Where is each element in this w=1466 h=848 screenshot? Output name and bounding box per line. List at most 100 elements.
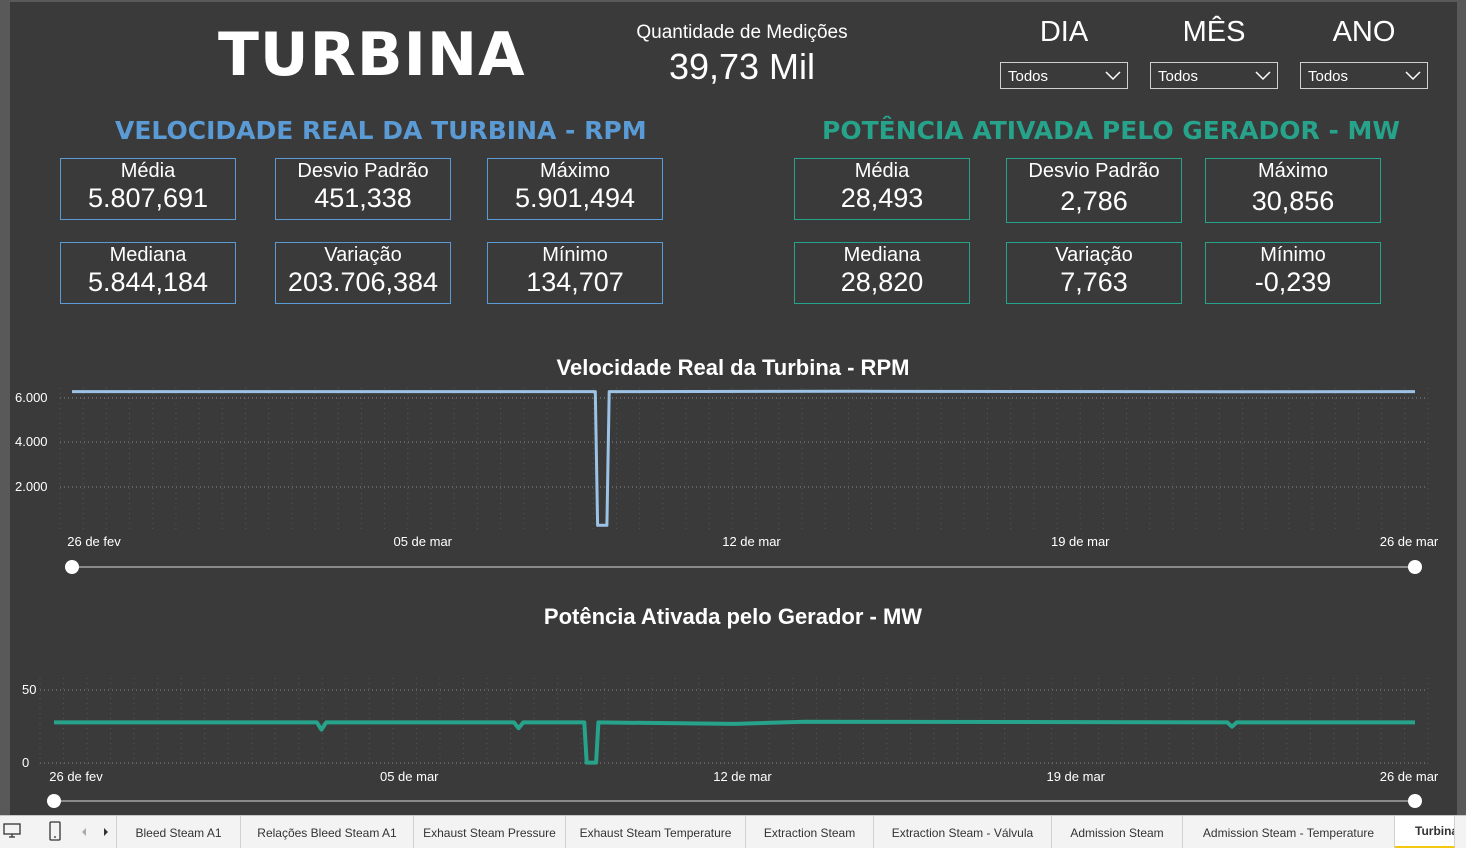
mw-card-minimo: Mínimo -0,239 bbox=[1205, 242, 1381, 304]
x-tick-label: 26 de mar bbox=[1380, 534, 1439, 549]
report-canvas: TURBINA Quantidade de Medições 39,73 Mil… bbox=[0, 0, 1466, 848]
card-label: Mínimo bbox=[1260, 244, 1326, 266]
card-label: Mínimo bbox=[542, 244, 608, 266]
mw-range-slider-end-handle[interactable] bbox=[1408, 794, 1422, 808]
x-tick-label: 12 de mar bbox=[722, 534, 781, 549]
rpm-card-minimo: Mínimo 134,707 bbox=[487, 242, 663, 304]
card-label: Máximo bbox=[1257, 160, 1328, 182]
mw-chart-title: Potência Ativada pelo Gerador - MW bbox=[543, 604, 923, 629]
card-value: 30,856 bbox=[1251, 186, 1335, 216]
mw-card-media: Média 28,493 bbox=[794, 158, 970, 220]
tab-scroll-left-icon[interactable] bbox=[80, 827, 88, 837]
card-value: 134,707 bbox=[526, 267, 624, 297]
card-label: Mediana bbox=[109, 244, 187, 266]
x-tick-label: 26 de fev bbox=[67, 534, 121, 549]
y-tick-label: 2.000 bbox=[15, 479, 48, 494]
card-value: 5.901,494 bbox=[514, 183, 636, 213]
tab-extraction-steam-valvula[interactable]: Extraction Steam - Válvula bbox=[874, 816, 1052, 848]
mw-card-variacao: Variação 7,763 bbox=[1006, 242, 1182, 304]
x-tick-label: 05 de mar bbox=[393, 534, 452, 549]
tab-turbina[interactable]: Turbina bbox=[1395, 816, 1455, 848]
desktop-layout-icon[interactable] bbox=[3, 822, 21, 840]
mw-card-desvio: Desvio Padrão 2,786 bbox=[1006, 158, 1182, 223]
card-label: Desvio Padrão bbox=[297, 160, 429, 182]
card-label: Variação bbox=[324, 244, 402, 266]
tab-bleed-steam-a1[interactable]: Bleed Steam A1 bbox=[117, 816, 241, 848]
tab-admission-steam[interactable]: Admission Steam bbox=[1052, 816, 1183, 848]
rpm-card-variacao: Variação 203.706,384 bbox=[275, 242, 451, 304]
card-value: 203.706,384 bbox=[287, 267, 439, 297]
x-tick-label: 12 de mar bbox=[713, 769, 772, 784]
rpm-card-desvio: Desvio Padrão 451,338 bbox=[275, 158, 451, 220]
card-label: Variação bbox=[1055, 244, 1133, 266]
filter-mes-dropdown[interactable]: Todos bbox=[1150, 62, 1278, 89]
chevron-down-icon bbox=[1405, 71, 1421, 81]
tab-extraction-steam[interactable]: Extraction Steam bbox=[746, 816, 874, 848]
card-value: -0,239 bbox=[1254, 267, 1332, 297]
filter-mes: MÊS Todos bbox=[1150, 16, 1278, 89]
page-tab-bar: Bleed Steam A1 Relações Bleed Steam A1 E… bbox=[0, 815, 1466, 848]
tab-relacoes-bleed-steam-a1[interactable]: Relações Bleed Steam A1 bbox=[241, 816, 414, 848]
chevron-down-icon bbox=[1255, 71, 1271, 81]
measurements-label: Quantidade de Medições bbox=[636, 22, 848, 43]
filter-ano: ANO Todos bbox=[1300, 16, 1428, 89]
mw-card-mediana: Mediana 28,820 bbox=[794, 242, 970, 304]
rpm-card-mediana: Mediana 5.844,184 bbox=[60, 242, 236, 304]
measurements-value: 39,73 Mil bbox=[668, 46, 816, 87]
rpm-chart-title: Velocidade Real da Turbina - RPM bbox=[556, 355, 910, 380]
card-value: 7,763 bbox=[1060, 267, 1128, 297]
rpm-range-slider-start-handle[interactable] bbox=[65, 560, 79, 574]
series-line bbox=[72, 389, 1416, 527]
card-label: Média bbox=[854, 160, 910, 182]
tab-exhaust-steam-temperature[interactable]: Exhaust Steam Temperature bbox=[566, 816, 746, 848]
filter-dia-value: Todos bbox=[1008, 68, 1049, 85]
page-navigation bbox=[0, 816, 117, 848]
rpm-card-media: Média 5.807,691 bbox=[60, 158, 236, 220]
x-tick-label: 05 de mar bbox=[380, 769, 439, 784]
rpm-range-slider-track bbox=[72, 566, 1415, 568]
card-label: Mediana bbox=[843, 244, 921, 266]
filter-ano-value: Todos bbox=[1308, 68, 1349, 85]
card-value: 5.807,691 bbox=[87, 183, 209, 213]
mw-range-slider-start-handle[interactable] bbox=[47, 794, 61, 808]
filter-dia: DIA Todos bbox=[1000, 16, 1128, 89]
filter-ano-dropdown[interactable]: Todos bbox=[1300, 62, 1428, 89]
filter-mes-label: MÊS bbox=[1182, 16, 1246, 48]
card-value: 451,338 bbox=[314, 183, 412, 213]
filter-mes-value: Todos bbox=[1158, 68, 1199, 85]
y-tick-label: 4.000 bbox=[15, 434, 48, 449]
tab-exhaust-steam-pressure[interactable]: Exhaust Steam Pressure bbox=[414, 816, 566, 848]
mw-range-slider-track bbox=[54, 800, 1415, 802]
mw-line-chart: 50 0 26 de fev 05 de mar 12 de mar 19 de mar 2… bbox=[22, 678, 1439, 784]
canvas-top-edge bbox=[0, 0, 1466, 2]
mobile-layout-icon[interactable] bbox=[48, 821, 62, 841]
rpm-card-maximo: Máximo 5.901,494 bbox=[487, 158, 663, 220]
card-label: Máximo bbox=[539, 160, 610, 182]
page-title: TURBINA bbox=[218, 20, 526, 90]
x-tick-label: 26 de mar bbox=[1380, 769, 1439, 784]
card-value: 28,820 bbox=[840, 267, 924, 297]
card-value: 2,786 bbox=[1060, 186, 1128, 216]
tab-admission-steam-temperature[interactable]: Admission Steam - Temperature bbox=[1183, 816, 1395, 848]
x-tick-label: 19 de mar bbox=[1046, 769, 1105, 784]
filter-dia-dropdown[interactable]: Todos bbox=[1000, 62, 1128, 89]
x-tick-label: 19 de mar bbox=[1051, 534, 1110, 549]
tab-scroll-right-icon[interactable] bbox=[102, 827, 110, 837]
card-label: Desvio Padrão bbox=[1028, 160, 1160, 182]
card-value: 5.844,184 bbox=[87, 267, 209, 297]
x-tick-label: 26 de fev bbox=[49, 769, 103, 784]
mw-card-maximo: Máximo 30,856 bbox=[1205, 158, 1381, 223]
rpm-range-slider-end-handle[interactable] bbox=[1408, 560, 1422, 574]
card-label: Média bbox=[120, 160, 176, 182]
chevron-down-icon bbox=[1105, 71, 1121, 81]
series-line bbox=[54, 719, 1415, 765]
y-tick-label: 0 bbox=[22, 755, 29, 770]
rpm-line-chart: 6.000 4.000 2.000 26 de fev 05 de mar 12 de m… bbox=[15, 388, 1439, 549]
rpm-section-title: VELOCIDADE REAL DA TURBINA - RPM bbox=[115, 116, 647, 145]
filter-dia-label: DIA bbox=[1039, 16, 1089, 48]
mw-section-title: POTÊNCIA ATIVADA PELO GERADOR - MW bbox=[822, 116, 1400, 145]
y-tick-label: 6.000 bbox=[15, 390, 48, 405]
y-tick-label: 50 bbox=[22, 682, 36, 697]
card-value: 28,493 bbox=[840, 183, 924, 213]
filter-ano-label: ANO bbox=[1332, 16, 1396, 48]
